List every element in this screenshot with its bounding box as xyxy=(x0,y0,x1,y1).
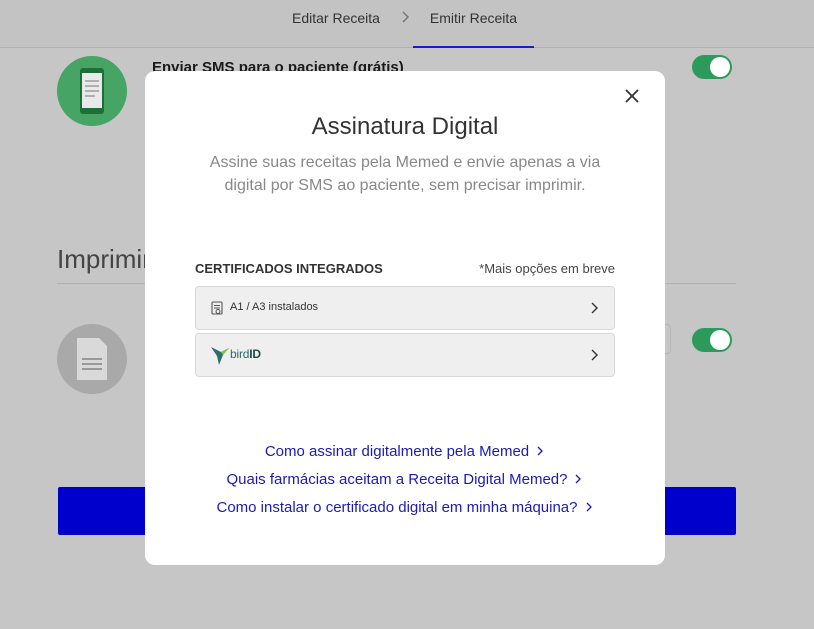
chevron-right-icon xyxy=(537,446,544,456)
top-nav-bar: Editar Receita Emitir Receita xyxy=(0,0,814,48)
document-icon xyxy=(57,324,127,394)
modal-description: Assine suas receitas pela Memed e envie … xyxy=(209,154,601,194)
option-bird-id[interactable]: birdID xyxy=(195,333,615,377)
chevron-right-icon xyxy=(402,11,410,23)
tab-emit-prescription[interactable]: Emitir Receita xyxy=(413,0,534,48)
chevron-right-icon xyxy=(586,502,592,512)
link-install-certificate[interactable]: Como instalar o certificado digital em m… xyxy=(145,498,665,526)
chevron-right-icon xyxy=(576,474,582,484)
bird-id-label: birdID xyxy=(230,347,261,361)
certificate-icon xyxy=(211,301,223,315)
help-links: Como assinar digitalmente pela Memed Qua… xyxy=(145,442,665,526)
print-toggle[interactable] xyxy=(692,328,732,352)
bird-id-logo-icon xyxy=(211,347,229,365)
modal-title: Assinatura Digital xyxy=(311,113,499,140)
chevron-right-icon xyxy=(591,349,598,361)
link-how-to-sign[interactable]: Como assinar digitalmente pela Memed xyxy=(145,442,665,470)
certificates-section-title: CERTIFICADOS INTEGRADOS xyxy=(195,261,383,276)
a1-a3-label: A1 / A3 instalados xyxy=(230,301,319,313)
print-section-heading: Imprimir xyxy=(57,244,151,274)
sms-toggle[interactable] xyxy=(692,55,732,79)
close-icon[interactable] xyxy=(621,85,643,107)
digital-signature-modal: Assinatura Digital Assine suas receitas … xyxy=(145,71,665,565)
option-a1-a3-certificate[interactable]: A1 / A3 instalados xyxy=(195,286,615,330)
chevron-right-icon xyxy=(591,302,598,314)
certificates-header: CERTIFICADOS INTEGRADOS *Mais opções em … xyxy=(195,261,615,277)
phone-icon xyxy=(57,56,127,126)
more-options-note: *Mais opções em breve xyxy=(479,261,615,276)
tab-edit-prescription[interactable]: Editar Receita xyxy=(292,0,380,48)
link-pharmacies[interactable]: Quais farmácias aceitam a Receita Digita… xyxy=(145,470,665,498)
